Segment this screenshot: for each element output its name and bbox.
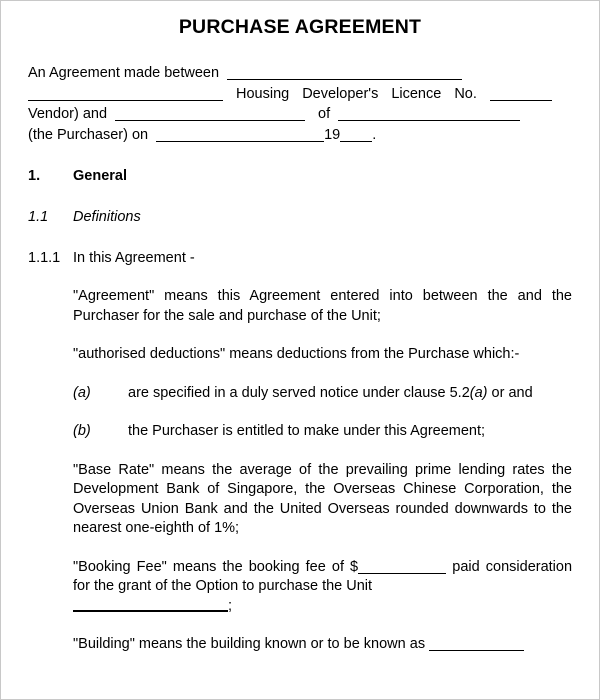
preamble-period: . xyxy=(372,126,377,143)
page-title: PURCHASE AGREEMENT xyxy=(178,16,422,38)
preamble-block: An Agreement made between Housing Develop… xyxy=(28,63,572,145)
booking-fee-text-2: paid xyxy=(452,558,480,575)
preamble-housing-label: Housing xyxy=(236,85,290,102)
preamble-year-prefix: 19 xyxy=(324,126,341,143)
booking-fee-text-1: "Booking Fee" means the booking fee of $ xyxy=(73,558,359,575)
definition-authorised-deductions: "authorised deductions" means deductions… xyxy=(73,346,520,362)
document-body: An Agreement made between Housing Develop… xyxy=(28,63,572,669)
subitem-a: (a) are specified in a duly served notic… xyxy=(73,384,572,404)
blank-field-purchaser-name[interactable] xyxy=(115,107,306,121)
preamble-purchaser-on-label: (the Purchaser) on xyxy=(28,126,149,143)
preamble-of-label: of xyxy=(318,106,331,122)
blank-field-year[interactable] xyxy=(340,128,373,142)
subitem-a-clause-ref: (a) xyxy=(469,384,488,401)
preamble-line-4: (the Purchaser) on 19. xyxy=(28,125,572,146)
preamble-vendor-and-label: Vendor) and xyxy=(28,106,108,122)
blank-field-booking-fee-unit[interactable] xyxy=(73,600,228,612)
building-text: "Building" means the building known or t… xyxy=(73,636,426,652)
clause-heading-1-1-1: 1.1.1 In this Agreement - xyxy=(28,248,572,268)
booking-fee-text-4: ; xyxy=(228,597,233,614)
preamble-developers-label: Developer's xyxy=(302,85,379,102)
definition-booking-fee: "Booking Fee" means the booking fee of $… xyxy=(73,558,572,617)
subitem-b-label: (b) xyxy=(73,423,91,439)
document-page: PURCHASE AGREEMENT An Agreement made bet… xyxy=(0,0,600,700)
clause-number-1: 1. xyxy=(28,168,41,184)
subitem-a-text-after: or and xyxy=(491,384,533,401)
preamble-line-3: Vendor) and of xyxy=(28,104,572,125)
definition-building: "Building" means the building known or t… xyxy=(73,635,572,655)
subitem-a-label: (a) xyxy=(73,384,91,401)
clause-heading-1: 1. General xyxy=(28,166,572,186)
subitem-b: (b) the Purchaser is entitled to make un… xyxy=(73,422,572,442)
blank-field-vendor-name[interactable] xyxy=(227,66,463,80)
preamble-no-label: No. xyxy=(454,85,477,102)
clause-title-1: General xyxy=(73,168,127,184)
definition-agreement: "Agreement" means this Agreement entered… xyxy=(73,288,572,324)
preamble-line-2: Housing Developer's Licence No. xyxy=(28,84,572,105)
preamble-line-1: An Agreement made between xyxy=(28,63,572,84)
subitem-b-text: the Purchaser is entitled to make under … xyxy=(128,423,486,439)
blank-field-date[interactable] xyxy=(156,128,325,142)
preamble-licence-label: Licence xyxy=(391,85,442,102)
subitem-a-text-before: are specified in a duly served notice un… xyxy=(128,384,470,401)
preamble-line-1-text: An Agreement made between xyxy=(28,65,220,81)
clause-number-1-1: 1.1 xyxy=(28,209,49,225)
blank-field-vendor-address[interactable] xyxy=(28,87,223,101)
clause-heading-1-1: 1.1 Definitions xyxy=(28,207,572,227)
clause-title-1-1: Definitions xyxy=(73,209,141,225)
blank-field-purchaser-address[interactable] xyxy=(338,107,521,121)
blank-field-booking-fee-amount[interactable] xyxy=(358,560,447,574)
blank-field-building-name[interactable] xyxy=(429,637,525,651)
definition-base-rate: "Base Rate" means the average of the pre… xyxy=(73,461,572,537)
clause-number-1-1-1: 1.1.1 xyxy=(28,250,61,266)
subitem-a-text: are specified in a duly served notice un… xyxy=(128,384,572,404)
clause-title-1-1-1: In this Agreement - xyxy=(73,250,195,266)
blank-field-licence-no[interactable] xyxy=(489,87,552,101)
